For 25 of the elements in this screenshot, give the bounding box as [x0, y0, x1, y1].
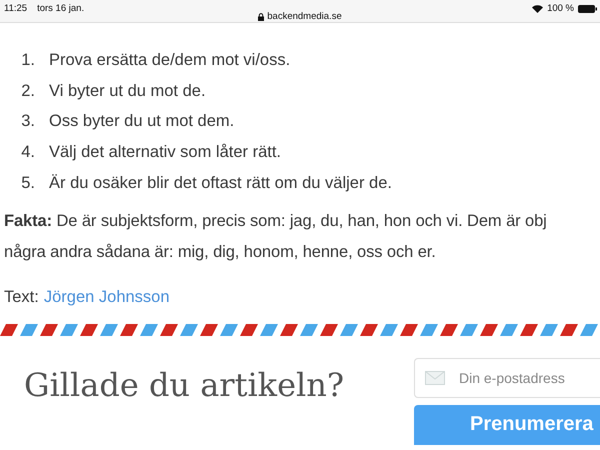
fact-text: några andra sådana är: mig, dig, honom, henne, oss och er.: [4, 242, 437, 264]
list-item: Vi byter ut du mot de.: [49, 82, 206, 101]
list-item: Är du osäker blir det oftast rätt om du väljer de.: [49, 174, 392, 193]
battery-percent: 100 %: [547, 3, 574, 14]
list-item: Prova ersätta de/dem mot vi/oss.: [49, 50, 290, 70]
date: tors 16 jan.: [37, 3, 84, 14]
wifi-icon: [532, 4, 544, 12]
list-number: 4.: [20, 142, 35, 162]
list-number: 2.: [20, 82, 35, 101]
list-number: 5.: [20, 174, 35, 193]
list-number: 1.: [20, 50, 35, 70]
envelope-icon: [425, 371, 445, 386]
author-link[interactable]: Jörgen Johnsson: [44, 288, 170, 308]
url-text[interactable]: backendmedia.se: [267, 11, 342, 22]
battery-icon: [578, 4, 597, 12]
list-item: Oss byter du ut mot dem.: [49, 112, 234, 132]
lock-icon: [258, 12, 264, 20]
email-field[interactable]: Din e-postadress: [414, 358, 600, 398]
subscribe-button[interactable]: Prenumerera: [414, 405, 600, 446]
clock-time: 11:25: [4, 3, 28, 14]
fact-text: Fakta: De är subjektsform, precis som: jag, du, han, hon och vi. Dem är obj: [4, 211, 548, 232]
list-item: Välj det alternativ som låter rätt.: [49, 142, 282, 162]
list-number: 3.: [20, 112, 35, 132]
newsletter-heading: Gillade du artikeln?: [24, 366, 344, 406]
byline-label: Text:: [4, 288, 39, 308]
